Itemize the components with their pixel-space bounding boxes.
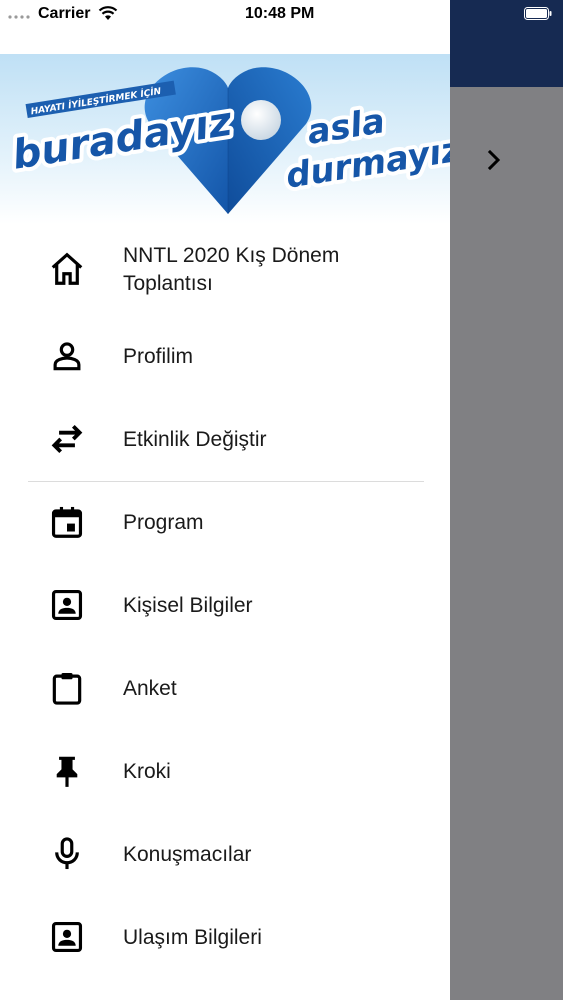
menu-item-label: Kroki <box>123 760 171 783</box>
signal-strength-icon <box>8 15 30 19</box>
menu-item-survey[interactable]: Anket <box>0 648 450 731</box>
wifi-icon <box>98 6 118 20</box>
status-bar: Carrier 10:48 PM <box>0 0 450 30</box>
status-time: 10:48 PM <box>245 5 315 22</box>
menu-item-event-home[interactable]: NNTL 2020 Kış Dönem Toplantısı <box>0 228 450 316</box>
battery-icon <box>524 7 552 20</box>
menu-item-label: Program <box>123 511 204 534</box>
chevron-right-icon[interactable] <box>485 148 505 172</box>
menu-item-map[interactable]: Kroki <box>0 731 450 814</box>
menu-item-profile[interactable]: Profilim <box>0 316 450 399</box>
carrier-name: Carrier <box>38 5 91 22</box>
calendar-icon <box>51 506 83 538</box>
home-icon <box>51 252 83 285</box>
contact-card-icon <box>51 921 83 953</box>
menu-item-personal-info[interactable]: Kişisel Bilgiler <box>0 565 450 648</box>
menu-item-label: NNTL 2020 Kış Dönem Toplantısı <box>123 242 339 298</box>
menu-item-label-line2: Toplantısı <box>123 272 213 295</box>
menu-item-label: Ulaşım Bilgileri <box>123 926 262 949</box>
clipboard-icon <box>52 672 82 705</box>
menu-item-speakers[interactable]: Konuşmacılar <box>0 814 450 897</box>
menu-item-label: Kişisel Bilgiler <box>123 594 253 617</box>
menu-item-label: Konuşmacılar <box>123 843 252 866</box>
menu-item-label-line1: NNTL 2020 Kış Dönem <box>123 244 340 267</box>
menu-item-transport-info[interactable]: Ulaşım Bilgileri <box>0 897 450 980</box>
event-banner: HAYATI İYİLEŞTİRMEK İÇİN buradayız burad… <box>0 54 450 224</box>
swap-arrows-icon <box>51 424 83 454</box>
person-icon <box>53 342 81 371</box>
banner-artwork: HAYATI İYİLEŞTİRMEK İÇİN buradayız burad… <box>0 54 450 224</box>
microphone-icon <box>55 837 79 870</box>
navigation-drawer: Carrier 10:48 PM HAYATI İYİLEŞTİRMEK İÇİ… <box>0 0 450 1000</box>
pin-icon <box>56 756 78 787</box>
menu-item-label: Anket <box>123 677 177 700</box>
menu-item-program[interactable]: Program <box>0 482 450 565</box>
menu-item-label: Profilim <box>123 345 194 368</box>
contact-card-icon <box>51 589 83 621</box>
menu-item-switch-event[interactable]: Etkinlik Değiştir <box>0 399 450 482</box>
menu-item-label: Etkinlik Değiştir <box>123 428 267 451</box>
